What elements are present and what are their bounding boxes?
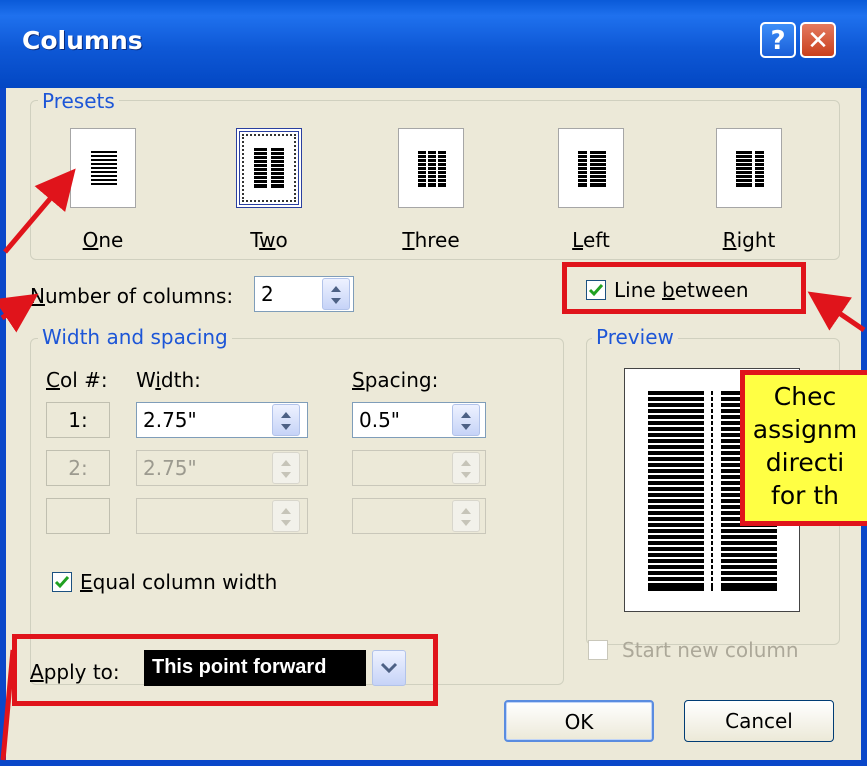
columns-dialog: Columns ? ✕ Presets One Two Three Left R… <box>0 0 867 766</box>
annotation-arrows <box>0 168 866 761</box>
arrow-to-apply-to <box>0 649 16 761</box>
arrow-to-one-preset <box>3 168 76 254</box>
arrow-to-line-between <box>807 291 866 333</box>
arrow-to-number-of-columns <box>0 293 39 333</box>
